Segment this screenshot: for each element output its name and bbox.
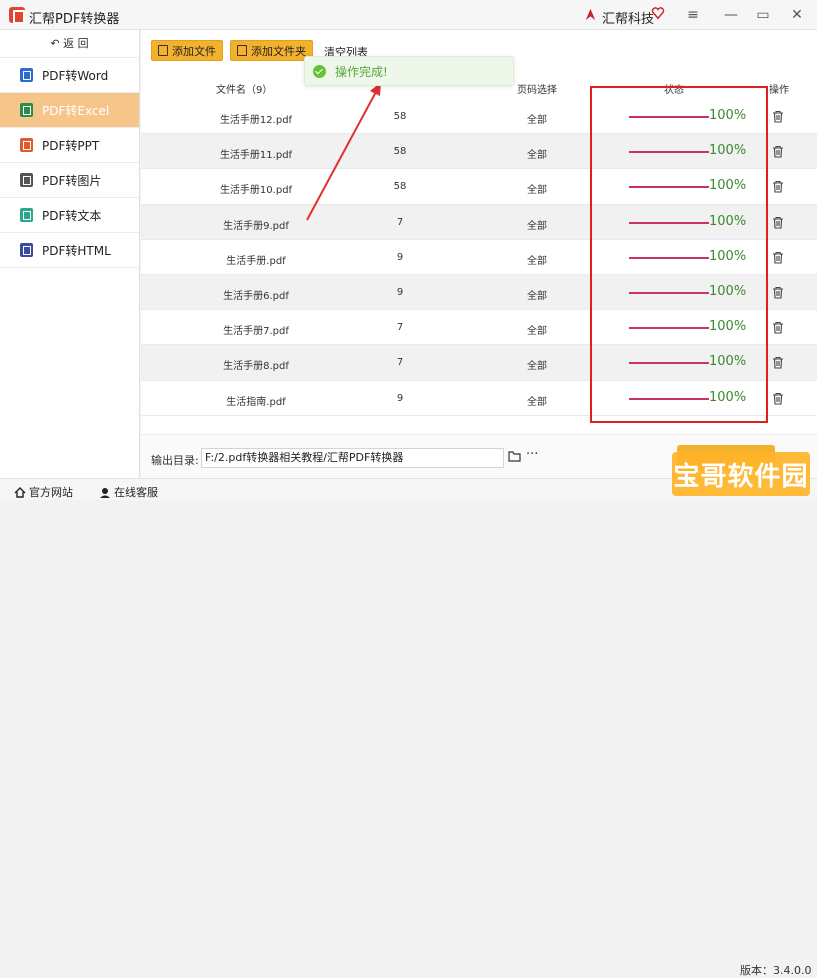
highlight-box [590,86,768,423]
add-folder-icon [237,45,247,56]
brand-name: 汇帮科技 [602,12,655,27]
delete-icon[interactable] [772,321,784,334]
main-panel: 添加文件 添加文件夹 清空列表 文件名（9） 页码选择 状态 操作 生活手册12… [141,30,817,478]
page-range[interactable]: 全部 [507,357,567,372]
file-name: 生活手册11.pdf [219,150,293,162]
toast-message: 操作完成! [335,64,388,79]
headset-icon [100,487,110,498]
title-bar: 汇帮PDF转换器 汇帮科技 ≡ — ▭ ✕ [0,0,817,30]
excel-icon [20,103,33,117]
file-name: 生活指南.pdf [226,396,286,408]
app-title: 汇帮PDF转换器 [29,12,120,27]
image-icon [20,173,33,187]
sidebar-item-pdf-to-text[interactable]: PDF转文本 [0,198,139,233]
page-count: 9 [396,286,404,298]
delete-icon[interactable] [772,145,784,158]
file-name: 生活手册9.pdf [223,220,289,232]
home-icon [14,486,26,498]
file-name: 生活手册6.pdf [223,290,289,302]
sidebar-item-label: PDF转Excel [42,103,110,118]
header-pages: 页码选择 [517,85,557,96]
delete-icon[interactable] [772,110,784,123]
ppt-icon [20,138,33,152]
add-folder-label: 添加文件夹 [251,44,306,58]
page-count: 58 [393,111,407,122]
page-range[interactable]: 全部 [507,146,567,161]
minimize-button[interactable]: — [722,6,740,24]
html-icon [20,243,33,257]
sidebar-item-label: PDF转PPT [42,138,100,153]
online-service-label: 在线客服 [114,486,158,499]
add-folder-button[interactable]: 添加文件夹 [230,40,313,61]
header-filename: 文件名（9） [216,85,273,96]
menu-button[interactable]: ≡ [684,6,702,24]
online-service-link[interactable]: 在线客服 [99,484,158,500]
page-range[interactable]: 全部 [507,111,567,126]
page-range[interactable]: 全部 [507,252,567,267]
maximize-button[interactable]: ▭ [754,6,772,24]
sidebar: ↶ 返 回 PDF转Word PDF转Excel PDF转PPT PDF转图片 … [0,30,140,478]
back-button[interactable]: ↶ 返 回 [0,30,139,58]
delete-icon[interactable] [772,180,784,193]
output-label: 输出目录: [151,454,199,467]
page-range[interactable]: 全部 [507,322,567,337]
page-range[interactable]: 全部 [507,217,567,232]
sidebar-item-pdf-to-word[interactable]: PDF转Word [0,58,139,93]
page-count: 9 [396,251,404,263]
folder-icon[interactable] [508,451,521,462]
delete-icon[interactable] [772,286,784,299]
word-icon [20,68,33,82]
sidebar-item-label: PDF转HTML [42,243,111,258]
page-count: 58 [393,181,407,193]
file-name: 生活手册.pdf [226,255,286,267]
page-count: 7 [396,322,404,334]
text-icon [20,208,33,222]
page-range[interactable]: 全部 [507,287,567,302]
file-name: 生活手册10.pdf [219,185,293,197]
more-options-icon[interactable]: ··· [526,447,538,462]
app-logo-icon [9,7,25,24]
delete-icon[interactable] [772,356,784,369]
page-count: 7 [396,357,404,369]
sidebar-item-pdf-to-image[interactable]: PDF转图片 [0,163,139,198]
brand-logo-icon [585,8,596,21]
page-count: 7 [396,216,404,228]
page-range[interactable]: 全部 [507,393,567,408]
version-label: 版本：3.4.0.0 [740,964,812,977]
sidebar-item-label: PDF转Word [42,68,109,83]
sidebar-item-pdf-to-html[interactable]: PDF转HTML [0,233,139,268]
check-icon [313,64,326,78]
file-name: 生活手册8.pdf [223,361,289,373]
watermark: 宝哥软件园 [672,452,810,496]
delete-icon[interactable] [772,251,784,264]
page-range[interactable]: 全部 [507,181,567,196]
close-button[interactable]: ✕ [788,6,806,24]
delete-icon[interactable] [772,216,784,229]
output-path-field[interactable]: F:/2.pdf转换器相关教程/汇帮PDF转换器 [201,448,504,468]
add-file-label: 添加文件 [172,44,216,58]
add-file-button[interactable]: 添加文件 [151,40,223,61]
sidebar-item-label: PDF转图片 [42,173,102,188]
official-website-link[interactable]: 官方网站 [14,484,73,500]
heart-icon[interactable] [651,6,665,20]
file-name: 生活手册7.pdf [223,326,289,338]
file-name: 生活手册12.pdf [219,115,293,126]
sidebar-item-pdf-to-excel[interactable]: PDF转Excel [0,93,139,128]
header-action: 操作 [769,85,789,96]
add-file-icon [158,45,168,56]
page-count: 9 [396,392,404,404]
delete-icon[interactable] [772,392,784,405]
official-website-label: 官方网站 [29,486,73,499]
page-count: 58 [393,146,407,158]
sidebar-item-pdf-to-ppt[interactable]: PDF转PPT [0,128,139,163]
success-toast: 操作完成! [304,56,514,86]
sidebar-item-label: PDF转文本 [42,208,102,223]
